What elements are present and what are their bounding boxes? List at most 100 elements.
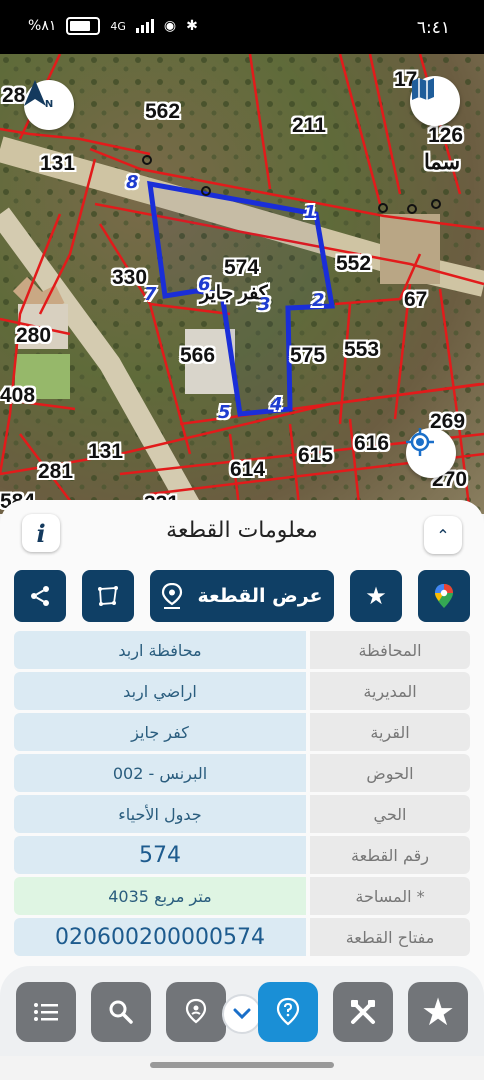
plot-number[interactable]: 553 [344,338,379,362]
show-plot-button[interactable]: عرض القطعة [150,570,334,622]
plot-shape-button[interactable] [82,570,134,622]
expand-toolbar-button[interactable] [222,994,262,1034]
governorate-value: محافظة اربد [14,631,306,669]
favorite-button[interactable]: ★ [350,570,402,622]
plot-number[interactable]: 616 [354,432,389,456]
compass-letter: N [44,99,54,110]
parcel-vertex[interactable]: 3 [258,294,271,315]
plot-number[interactable]: 615 [298,444,333,468]
favorites-button[interactable]: ★ [408,982,468,1042]
show-plot-label: عرض القطعة [197,585,323,607]
battery-icon [66,17,101,35]
search-icon [109,1000,133,1024]
parcel-vertex[interactable]: 1 [304,202,317,223]
plot-number[interactable]: 131 [40,152,75,176]
location-pin-icon [162,583,183,609]
plot-number-value: 574 [14,836,306,874]
area-value: 4035 متر مربع [14,877,306,915]
battery-percent: %٨١ [28,18,57,34]
plot-number[interactable]: 552 [336,252,371,276]
status-left: %٨١ 4G ◉ ✱ [28,17,198,35]
governorate-label: المحافظة [310,631,470,669]
menu-list-button[interactable] [16,982,76,1042]
info-row-plot-key: 020600200000574 مفتاح القطعة [14,918,470,956]
crosshair-icon [406,428,434,456]
polygon-icon [98,586,118,606]
plot-number[interactable]: 574 [224,256,259,280]
info-row-directorate: اراضي اربد المديرية [14,672,470,710]
neighborhood-value: جدول الأحياء [14,795,306,833]
compass-icon: N [24,80,54,110]
saved-locations-button[interactable] [166,982,226,1042]
location-question-icon [276,997,300,1026]
village-value: كفر جايز [14,713,306,751]
map-view[interactable]: 28 562 211 17 126 سما 131 574 552 330 67… [0,54,484,514]
info-row-village: كفر جايز القرية [14,713,470,751]
network-type: 4G [110,19,126,33]
neighborhood-label: الحي [310,795,470,833]
plot-number[interactable]: 28 [2,84,25,108]
basin-label: الحوض [310,754,470,792]
parcel-vertex[interactable]: 4 [270,394,283,415]
status-bar: %٨١ 4G ◉ ✱ ٦:٤١ [0,0,484,54]
share-icon [31,586,49,606]
compass-button[interactable]: N [24,80,74,130]
plot-number[interactable]: 281 [38,460,73,484]
directorate-label: المديرية [310,672,470,710]
plot-key-label: مفتاح القطعة [310,918,470,956]
my-location-button[interactable] [406,428,456,478]
parcel-vertex[interactable]: 7 [144,284,157,305]
parcel-vertex[interactable]: 2 [312,290,325,311]
parcel-vertex[interactable]: 8 [126,172,139,193]
plot-number[interactable]: 330 [112,266,147,290]
tools-icon [351,1000,375,1024]
help-location-button[interactable] [258,982,318,1042]
home-indicator[interactable] [150,1062,334,1068]
location-icon: ◉ [163,18,177,34]
plot-number[interactable]: سما [424,150,460,175]
list-icon [34,1003,58,1021]
map-layers-button[interactable] [410,76,460,126]
share-button[interactable] [14,570,66,622]
google-maps-icon [435,584,453,608]
plot-number[interactable]: 67 [404,288,427,312]
plot-info-panel: i معلومات القطعة ⌃ عرض القطعة ★ محافظة ا… [0,500,484,1020]
tools-button[interactable] [333,982,393,1042]
map-icon [412,78,434,100]
area-label: المساحة * [310,877,470,915]
plot-number[interactable]: 126 [428,124,463,148]
search-button[interactable] [91,982,151,1042]
location-pin-icon [185,998,207,1024]
plot-number[interactable]: 211 [292,114,326,138]
info-row-governorate: محافظة اربد المحافظة [14,631,470,669]
collapse-button[interactable]: ⌃ [424,516,462,554]
info-row-neighborhood: جدول الأحياء الحي [14,795,470,833]
star-icon: ★ [365,582,387,610]
panel-title: معلومات القطعة [166,518,318,543]
parcel-vertex[interactable]: 5 [218,402,231,423]
info-row-basin: البرنس - 002 الحوض [14,754,470,792]
bottom-toolbar: ★ [0,966,484,1056]
signal-icon [135,19,154,33]
google-maps-button[interactable] [418,570,470,622]
plot-number[interactable]: 575 [290,344,325,368]
bluetooth-icon: ✱ [186,18,198,34]
plot-number[interactable]: 614 [230,458,265,482]
plot-number[interactable]: 131 [88,440,123,464]
chevron-up-icon: ⌃ [436,525,450,545]
plot-number[interactable]: 280 [16,324,51,348]
basin-value: البرنس - 002 [14,754,306,792]
chevron-down-icon [233,1008,251,1020]
parcel-vertex[interactable]: 6 [198,274,211,295]
plot-number-label: رقم القطعة [310,836,470,874]
village-row-label: القرية [310,713,470,751]
star-icon: ★ [420,990,456,1034]
directorate-value: اراضي اربد [14,672,306,710]
status-time: ٦:٤١ [416,18,450,38]
action-bar: عرض القطعة ★ [0,570,484,622]
info-row-area: 4035 متر مربع المساحة * [14,877,470,915]
plot-number[interactable]: 408 [0,384,35,408]
plot-key-value[interactable]: 020600200000574 [14,918,306,956]
plot-number[interactable]: 562 [145,100,180,124]
plot-number[interactable]: 566 [180,344,215,368]
